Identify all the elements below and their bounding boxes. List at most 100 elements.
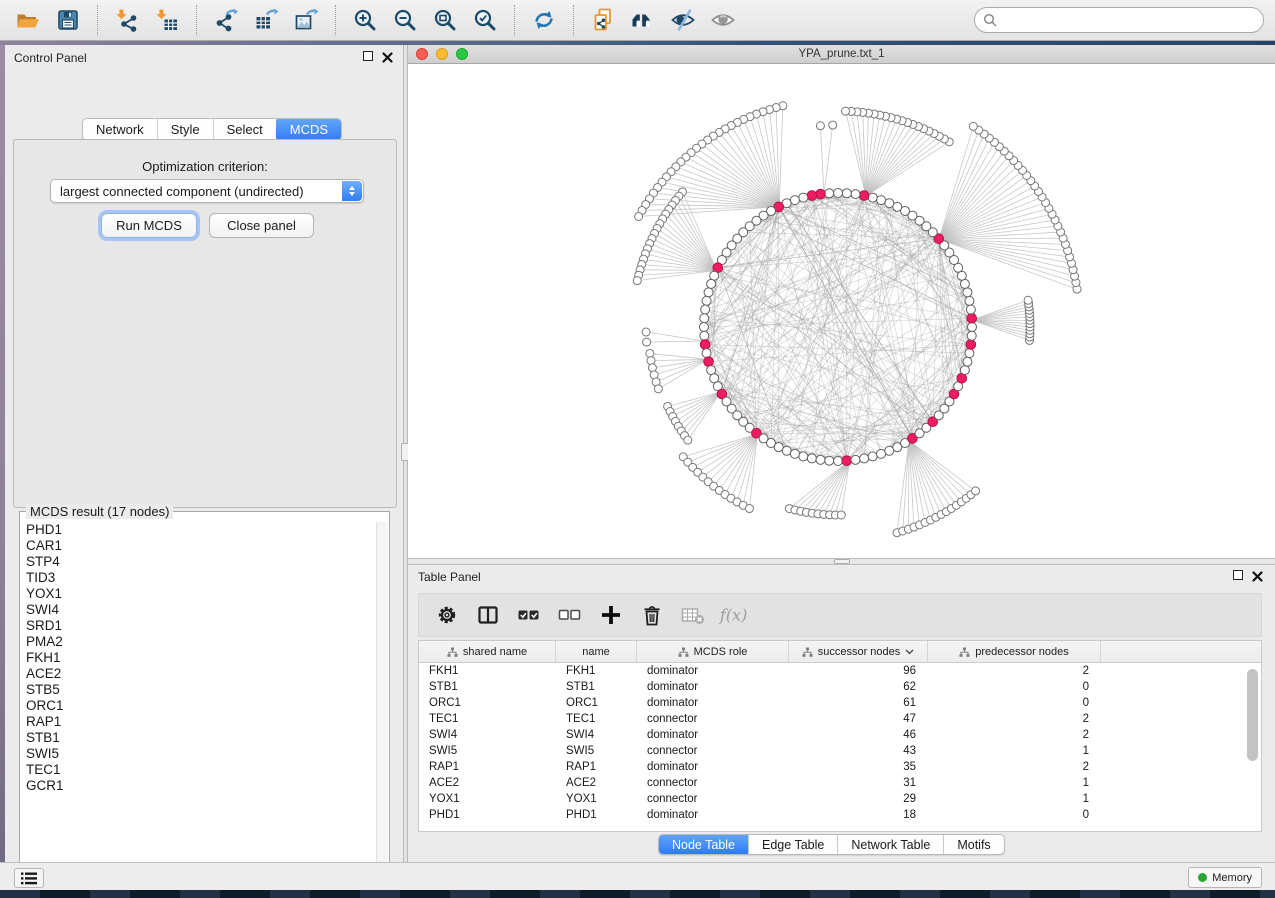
table-cell: YOX1 — [419, 793, 556, 805]
mcds-result-item[interactable]: YOX1 — [26, 586, 376, 602]
add-row-icon[interactable] — [595, 598, 627, 632]
horizontal-splitter[interactable] — [408, 558, 1275, 565]
table-cell: 61 — [789, 697, 928, 709]
table-row[interactable]: RAP1RAP1dominator352 — [419, 759, 1261, 775]
table-cell: 46 — [789, 729, 928, 741]
table-row[interactable]: SWI5SWI5connector431 — [419, 743, 1261, 759]
network-window-titlebar[interactable]: YPA_prune.txt_1 — [408, 45, 1275, 64]
column-header-label: name — [582, 646, 610, 658]
close-icon[interactable] — [382, 50, 393, 61]
refresh-layout-icon[interactable] — [524, 1, 564, 39]
table-cell: 0 — [928, 697, 1101, 709]
mcds-result-item[interactable]: PMA2 — [26, 634, 376, 650]
tab-select[interactable]: Select — [214, 119, 277, 140]
column-header-name[interactable]: name — [556, 641, 637, 663]
export-image-icon[interactable] — [286, 1, 326, 39]
network-graph[interactable] — [408, 64, 1275, 558]
search-network-icon[interactable] — [623, 1, 663, 39]
mcds-result-item[interactable]: STB5 — [26, 682, 376, 698]
show-graphics-details-icon[interactable] — [703, 1, 743, 39]
open-file-icon[interactable] — [8, 1, 48, 39]
mcds-result-item[interactable]: SWI4 — [26, 602, 376, 618]
mcds-result-item[interactable]: TID3 — [26, 570, 376, 586]
close-icon[interactable] — [1252, 569, 1263, 580]
table-row[interactable]: STB1STB1dominator620 — [419, 679, 1261, 695]
criterion-select[interactable]: largest connected component (undirected) — [50, 179, 364, 203]
table-cell: PHD1 — [556, 809, 637, 821]
table-cell: 0 — [928, 681, 1101, 693]
table-row[interactable]: SWI4SWI4dominator462 — [419, 727, 1261, 743]
show-panels-list-button[interactable] — [14, 868, 44, 888]
tab-network-table[interactable]: Network Table — [838, 835, 944, 854]
mcds-result-item[interactable]: FKH1 — [26, 650, 376, 666]
splitter-handle[interactable] — [834, 559, 850, 564]
clone-network-icon[interactable] — [583, 1, 623, 39]
toolbar-separator — [514, 5, 515, 35]
mcds-result-list[interactable]: PHD1CAR1STP4TID3YOX1SWI4SRD1PMA2FKH1ACE2… — [22, 522, 376, 880]
table-row[interactable]: ACE2ACE2connector311 — [419, 775, 1261, 791]
import-network-icon[interactable] — [107, 1, 147, 39]
mcds-list-scrollbar[interactable] — [376, 522, 387, 880]
mcds-result-item[interactable]: ORC1 — [26, 698, 376, 714]
tab-style[interactable]: Style — [158, 119, 214, 140]
export-network-icon[interactable] — [206, 1, 246, 39]
zoom-fit-icon[interactable] — [425, 1, 465, 39]
zoom-selected-icon[interactable] — [465, 1, 505, 39]
scrollbar-thumb[interactable] — [1247, 669, 1258, 761]
table-cell: STB1 — [556, 681, 637, 693]
table-row[interactable]: ORC1ORC1dominator610 — [419, 695, 1261, 711]
table-cell: dominator — [637, 681, 789, 693]
mcds-result-item[interactable]: ACE2 — [26, 666, 376, 682]
table-scrollbar[interactable] — [1247, 667, 1258, 827]
export-table-icon[interactable] — [246, 1, 286, 39]
table-cell: dominator — [637, 665, 789, 677]
network-search-box[interactable] — [974, 7, 1264, 33]
import-table-icon[interactable] — [147, 1, 187, 39]
float-window-icon[interactable] — [363, 51, 373, 61]
mcds-result-item[interactable]: PHD1 — [26, 522, 376, 538]
mcds-result-item[interactable]: STP4 — [26, 554, 376, 570]
tab-mcds[interactable]: MCDS — [276, 118, 342, 141]
column-type-icon — [447, 647, 458, 658]
mcds-result-item[interactable]: TEC1 — [26, 762, 376, 778]
zoom-in-icon[interactable] — [345, 1, 385, 39]
delete-row-icon[interactable] — [636, 598, 668, 632]
mcds-result-item[interactable]: STB1 — [26, 730, 376, 746]
memory-button[interactable]: Memory — [1188, 867, 1262, 888]
tab-motifs[interactable]: Motifs — [944, 835, 1003, 854]
tab-network[interactable]: Network — [83, 119, 158, 140]
column-type-icon — [959, 647, 970, 658]
mcds-result-item[interactable]: SWI5 — [26, 746, 376, 762]
table-cell: TEC1 — [419, 713, 556, 725]
network-canvas[interactable] — [408, 64, 1275, 558]
deselect-all-icon[interactable] — [554, 598, 586, 632]
hide-graphics-details-icon[interactable] — [663, 1, 703, 39]
column-header-shared-name[interactable]: shared name — [419, 641, 556, 663]
zoom-out-icon[interactable] — [385, 1, 425, 39]
column-header-MCDS-role[interactable]: MCDS role — [637, 641, 789, 663]
close-panel-button[interactable]: Close panel — [209, 213, 314, 238]
run-mcds-button[interactable]: Run MCDS — [101, 213, 197, 238]
table-row[interactable]: PHD1PHD1dominator180 — [419, 807, 1261, 823]
table-cell: connector — [637, 777, 789, 789]
column-header-successor-nodes[interactable]: successor nodes — [789, 641, 928, 663]
float-window-icon[interactable] — [1233, 570, 1243, 580]
table-row[interactable]: FKH1FKH1dominator962 — [419, 663, 1261, 679]
mcds-result-item[interactable]: RAP1 — [26, 714, 376, 730]
search-input[interactable] — [1002, 10, 1263, 30]
table-options-gear-icon[interactable] — [431, 598, 463, 632]
table-cell: ACE2 — [419, 777, 556, 789]
select-all-icon[interactable] — [513, 598, 545, 632]
table-row[interactable]: YOX1YOX1connector291 — [419, 791, 1261, 807]
mcds-result-item[interactable]: SRD1 — [26, 618, 376, 634]
mcds-result-item[interactable]: CAR1 — [26, 538, 376, 554]
show-columns-icon[interactable] — [472, 598, 504, 632]
mcds-result-item[interactable]: GCR1 — [26, 778, 376, 794]
tab-edge-table[interactable]: Edge Table — [749, 835, 838, 854]
select-arrows-icon — [342, 181, 362, 201]
tab-node-table[interactable]: Node Table — [659, 835, 749, 854]
column-header-predecessor-nodes[interactable]: predecessor nodes — [928, 641, 1101, 663]
save-session-icon[interactable] — [48, 1, 88, 39]
mcds-tab-content: Optimization criterion: largest connecte… — [13, 139, 397, 508]
table-row[interactable]: TEC1TEC1connector472 — [419, 711, 1261, 727]
